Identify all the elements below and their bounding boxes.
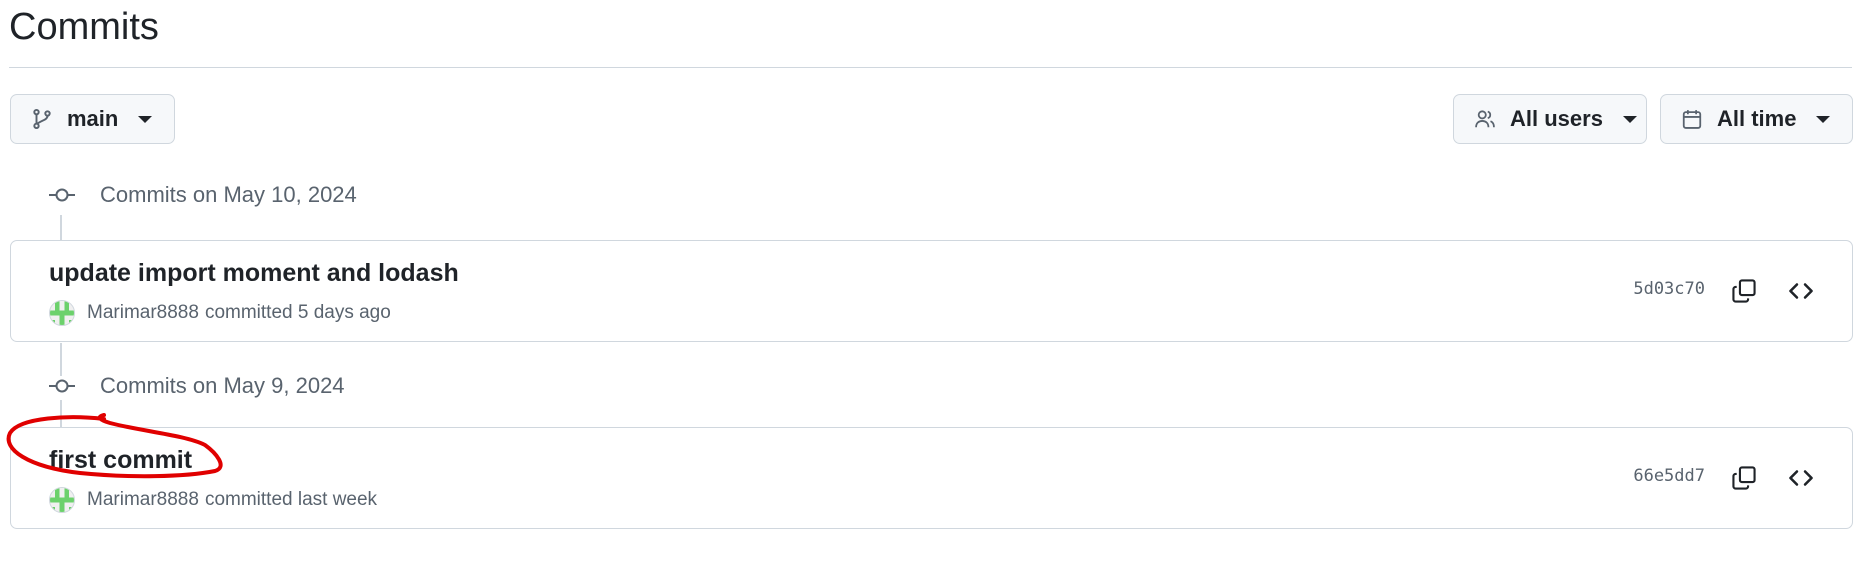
users-filter-button[interactable]: All users [1453, 94, 1647, 144]
commit-meta: Marimar8888 committed last week [49, 486, 377, 514]
commit-meta: Marimar8888 committed 5 days ago [49, 299, 391, 327]
people-icon [1474, 108, 1496, 130]
commit-time: committed 5 days ago [204, 302, 391, 323]
users-filter-label: All users [1510, 106, 1603, 131]
page-title: Commits [9, 6, 159, 48]
commit-sha-link[interactable]: 66e5dd7 [1633, 466, 1705, 486]
git-branch-icon [31, 108, 53, 130]
branch-label: main [67, 106, 119, 131]
timeline-line [60, 215, 62, 240]
commit-author-link[interactable]: Marimar8888 [87, 302, 199, 324]
commit-time: committed last week [204, 489, 378, 510]
browse-code-icon[interactable] [1785, 462, 1817, 494]
commit-group-header: Commits on May 9, 2024 [48, 366, 345, 406]
chevron-down-icon [1622, 115, 1637, 123]
commit-group-header: Commits on May 10, 2024 [48, 175, 357, 215]
browse-code-icon[interactable] [1785, 275, 1817, 307]
avatar[interactable] [49, 487, 75, 513]
commit-node-icon [48, 185, 76, 205]
branch-selector-button[interactable]: main [10, 94, 175, 144]
chevron-down-icon [1816, 115, 1831, 123]
commit-title-link[interactable]: first commit [49, 446, 192, 475]
avatar[interactable] [49, 300, 75, 326]
commit-group-date: Commits on May 10, 2024 [100, 182, 357, 207]
commit-author-link[interactable]: Marimar8888 [87, 489, 199, 511]
time-filter-label: All time [1717, 106, 1797, 131]
commit-title-link[interactable]: update import moment and lodash [49, 259, 459, 288]
commit-row[interactable]: first commit Marimar8888 committed last … [10, 427, 1853, 529]
copy-icon[interactable] [1728, 462, 1760, 494]
commit-sha-link[interactable]: 5d03c70 [1633, 279, 1705, 299]
commit-node-icon [48, 376, 76, 396]
commit-row[interactable]: update import moment and lodash Marimar8… [10, 240, 1853, 342]
commit-group-date: Commits on May 9, 2024 [100, 373, 345, 398]
title-divider [9, 67, 1852, 68]
copy-icon[interactable] [1728, 275, 1760, 307]
chevron-down-icon [138, 115, 153, 123]
time-filter-button[interactable]: All time [1660, 94, 1853, 144]
calendar-icon [1681, 108, 1703, 130]
